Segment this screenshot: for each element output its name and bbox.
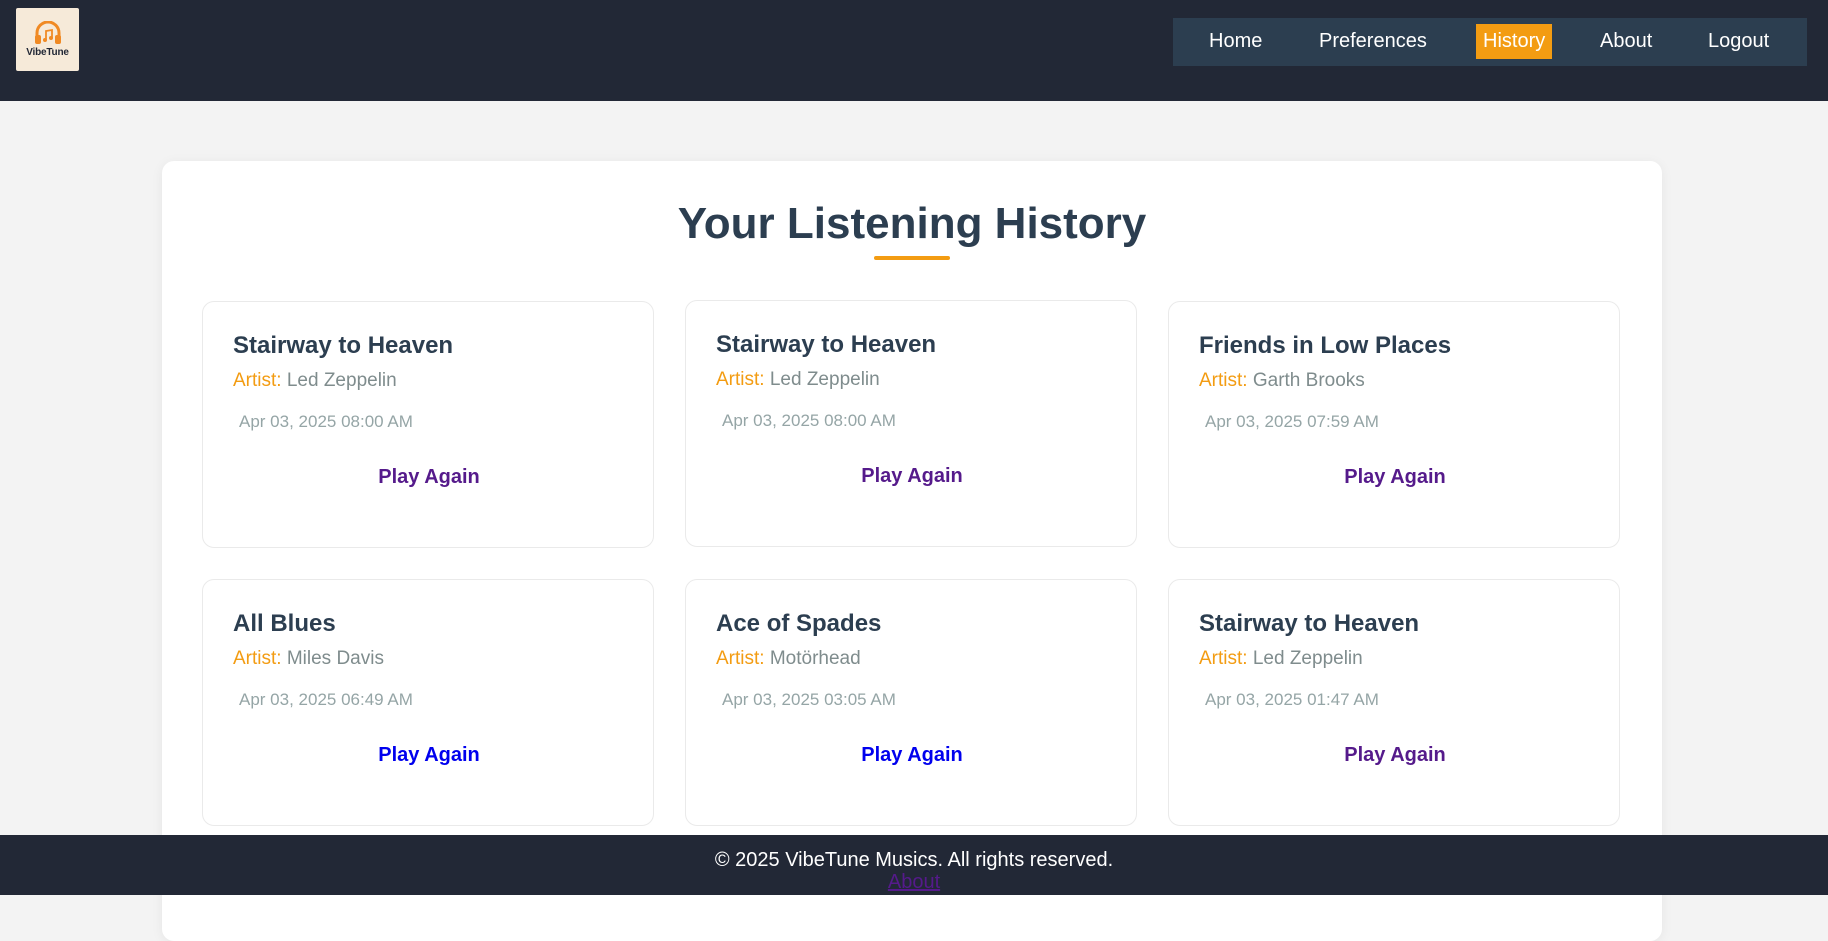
play-again-button[interactable]: Play Again: [1169, 744, 1621, 767]
title-underline: [874, 256, 950, 260]
history-panel: Your Listening History Stairway to Heave…: [162, 161, 1662, 941]
song-title: Friends in Low Places: [1199, 332, 1452, 359]
footer-link-wrap: About: [0, 871, 1828, 894]
artist-label: Artist:: [1199, 648, 1248, 669]
artist-label: Artist:: [233, 648, 282, 669]
copyright-text: © 2025 VibeTune Musics. All rights reser…: [714, 849, 1114, 871]
artist-label: Artist:: [716, 369, 765, 390]
song-artist: Artist: Motörhead: [716, 648, 861, 670]
nav-preferences[interactable]: Preferences: [1312, 24, 1434, 59]
song-artist: Artist: Led Zeppelin: [233, 370, 397, 392]
brand-logo[interactable]: VibeTune: [16, 8, 79, 71]
song-artist: Artist: Garth Brooks: [1199, 370, 1365, 392]
artist-label: Artist:: [233, 370, 282, 391]
main-nav: Home Preferences History About Logout: [1173, 18, 1807, 66]
play-again-button[interactable]: Play Again: [203, 744, 655, 767]
history-card: Friends in Low Places Artist: Garth Broo…: [1168, 301, 1620, 548]
history-card: All Blues Artist: Miles Davis Apr 03, 20…: [202, 579, 654, 826]
artist-name: Led Zeppelin: [769, 369, 880, 390]
artist-name: Led Zeppelin: [1252, 648, 1363, 669]
footer: © 2025 VibeTune Musics. All rights reser…: [0, 835, 1828, 895]
song-title: Stairway to Heaven: [1199, 610, 1420, 637]
artist-label: Artist:: [716, 648, 765, 669]
play-again-button[interactable]: Play Again: [1169, 466, 1621, 489]
history-card: Stairway to Heaven Artist: Led Zeppelin …: [1168, 579, 1620, 826]
page-title: Your Listening History: [677, 199, 1147, 248]
played-at: Apr 03, 2025 03:05 AM: [722, 690, 896, 709]
nav-logout[interactable]: Logout: [1701, 24, 1776, 59]
play-again-button[interactable]: Play Again: [686, 744, 1138, 767]
nav-history[interactable]: History: [1476, 24, 1553, 59]
play-again-button[interactable]: Play Again: [203, 466, 655, 489]
played-at: Apr 03, 2025 07:59 AM: [1205, 412, 1379, 431]
song-artist: Artist: Miles Davis: [233, 648, 384, 670]
artist-name: Miles Davis: [286, 648, 384, 669]
top-bar: VibeTune Home Preferences History About …: [0, 0, 1828, 101]
history-card: Stairway to Heaven Artist: Led Zeppelin …: [202, 301, 654, 548]
artist-label: Artist:: [1199, 370, 1248, 391]
played-at: Apr 03, 2025 08:00 AM: [239, 412, 413, 431]
nav-home[interactable]: Home: [1202, 24, 1269, 59]
history-card: Ace of Spades Artist: Motörhead Apr 03, …: [685, 579, 1137, 826]
played-at: Apr 03, 2025 06:49 AM: [239, 690, 413, 709]
nav-about[interactable]: About: [1593, 24, 1659, 59]
played-at: Apr 03, 2025 01:47 AM: [1205, 690, 1379, 709]
song-title: Stairway to Heaven: [233, 332, 454, 359]
footer-about-link[interactable]: About: [888, 871, 940, 893]
artist-name: Garth Brooks: [1252, 370, 1365, 391]
artist-name: Motörhead: [769, 648, 861, 669]
song-artist: Artist: Led Zeppelin: [716, 369, 880, 391]
song-title: All Blues: [233, 610, 336, 637]
history-card: Stairway to Heaven Artist: Led Zeppelin …: [685, 300, 1137, 547]
play-again-button[interactable]: Play Again: [686, 465, 1138, 488]
song-title: Stairway to Heaven: [716, 331, 937, 358]
song-title: Ace of Spades: [716, 610, 882, 637]
logo-text: VibeTune: [26, 47, 69, 58]
headphones-music-icon: [34, 21, 61, 44]
song-artist: Artist: Led Zeppelin: [1199, 648, 1363, 670]
played-at: Apr 03, 2025 08:00 AM: [722, 411, 896, 430]
artist-name: Led Zeppelin: [286, 370, 397, 391]
